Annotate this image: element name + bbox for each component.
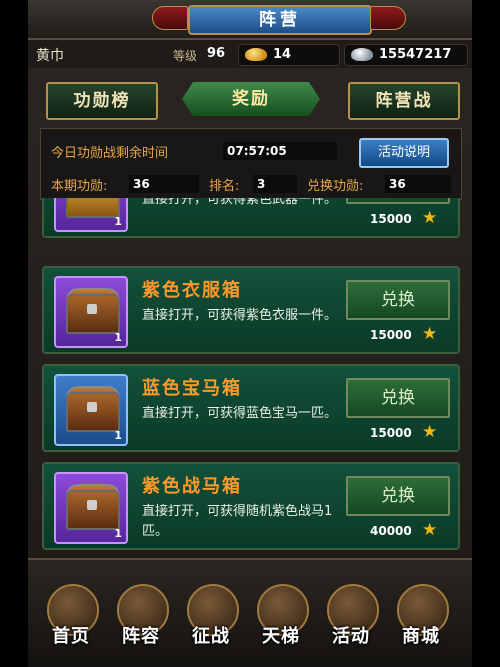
silver-value: 15547217 [379,47,452,62]
reward-count: 1 [114,331,122,344]
nav-campaign[interactable]: 征战 [180,584,242,664]
nav-label: 天梯 [262,626,300,647]
tab-rewards[interactable]: 奖励 [182,82,320,116]
chest-lock [87,500,97,510]
title-bar: 阵营 [28,0,472,40]
reward-list[interactable]: 1 直接打开，可获得紫色武器一件。 兑换 15000 ★ 1 紫色衣服箱 直接打… [40,198,462,550]
level-label: 等级 [173,49,198,63]
nav-label: 首页 [52,626,90,647]
merit-label: 本期功勋: [51,179,108,194]
reward-name: 紫色衣服箱 [142,280,242,301]
reward-price: 15000 [370,212,412,226]
bottom-nav: 首页 阵容 征战 天梯 活动 商城 [28,558,472,667]
nav-events[interactable]: 活动 [320,584,382,664]
nav-ladder[interactable]: 天梯 [250,584,312,664]
rank-value: 3 [253,175,297,193]
remaining-time-value: 07:57:05 [223,142,337,160]
reward-item: 1 紫色战马箱 直接打开，可获得随机紫色战马1匹。 兑换 40000 ★ [42,462,460,550]
chest-body [66,490,120,530]
reward-description: 直接打开，可获得紫色衣服一件。 [142,308,338,323]
player-name: 黄巾 [36,48,64,64]
exchange-merit-value: 36 [385,175,451,193]
star-icon: ★ [422,208,438,228]
redeem-button[interactable]: 兑换 [346,280,450,320]
reward-chest-icon: 1 [54,198,128,232]
chest-body [66,392,120,432]
event-explain-button[interactable]: 活动说明 [359,138,449,168]
silver-counter: 15547217 [344,44,468,66]
reward-description: 直接打开，可获得蓝色宝马一匹。 [142,406,338,421]
nav-label: 商城 [402,626,440,647]
chest-body [66,294,120,334]
chest-lock [87,402,97,412]
reward-item: 1 紫色衣服箱 直接打开，可获得紫色衣服一件。 兑换 15000 ★ [42,266,460,354]
tab-bar: 功勋榜 奖励 阵营战 [36,78,464,124]
nav-label: 阵容 [122,626,160,647]
title-ornament-right [370,6,406,30]
tab-faction-war[interactable]: 阵营战 [348,82,460,120]
chest-body [66,198,120,218]
nav-home[interactable]: 首页 [40,584,102,664]
reward-chest-icon: 1 [54,374,128,446]
reward-description: 直接打开，可获得紫色武器一件。 [142,198,338,207]
page-title: 阵营 [188,5,372,35]
reward-count: 1 [114,527,122,540]
nav-lineup[interactable]: 阵容 [110,584,172,664]
reward-item: 1 直接打开，可获得紫色武器一件。 兑换 15000 ★ [42,198,460,238]
star-icon: ★ [422,520,438,540]
reward-name: 紫色战马箱 [142,476,242,497]
exchange-merit-label: 兑换功勋: [307,179,364,194]
redeem-button[interactable]: 兑换 [346,476,450,516]
nav-shop[interactable]: 商城 [390,584,452,664]
gold-value: 14 [273,47,292,62]
merit-info-panel: 今日功勋战剩余时间 07:57:05 活动说明 本期功勋: 36 排名: 3 兑… [40,128,462,200]
reward-count: 1 [114,215,122,228]
nav-label: 活动 [332,626,370,647]
reward-price: 40000 [370,524,412,538]
level-value: 96 [207,46,226,61]
gold-ingot-icon [245,48,267,61]
reward-item: 1 蓝色宝马箱 直接打开，可获得蓝色宝马一匹。 兑换 15000 ★ [42,364,460,452]
status-bar: 黄巾 等级 96 14 15547217 [28,40,472,68]
title-ornament-left [152,6,188,30]
reward-price: 15000 [370,426,412,440]
reward-chest-icon: 1 [54,472,128,544]
reward-description: 直接打开，可获得随机紫色战马1匹。 [142,504,333,539]
reward-chest-icon: 1 [54,276,128,348]
redeem-button[interactable]: 兑换 [346,198,450,204]
reward-price: 15000 [370,328,412,342]
rank-label: 排名: [209,179,240,194]
reward-name: 蓝色宝马箱 [142,378,242,399]
gold-counter: 14 [238,44,340,66]
redeem-button[interactable]: 兑换 [346,378,450,418]
remaining-time-label: 今日功勋战剩余时间 [51,146,169,161]
star-icon: ★ [422,324,438,344]
silver-ingot-icon [351,48,373,61]
chest-lock [87,304,97,314]
reward-count: 1 [114,429,122,442]
star-icon: ★ [422,422,438,442]
nav-label: 征战 [192,626,230,647]
tab-merit-ranking[interactable]: 功勋榜 [46,82,158,120]
merit-value: 36 [129,175,199,193]
